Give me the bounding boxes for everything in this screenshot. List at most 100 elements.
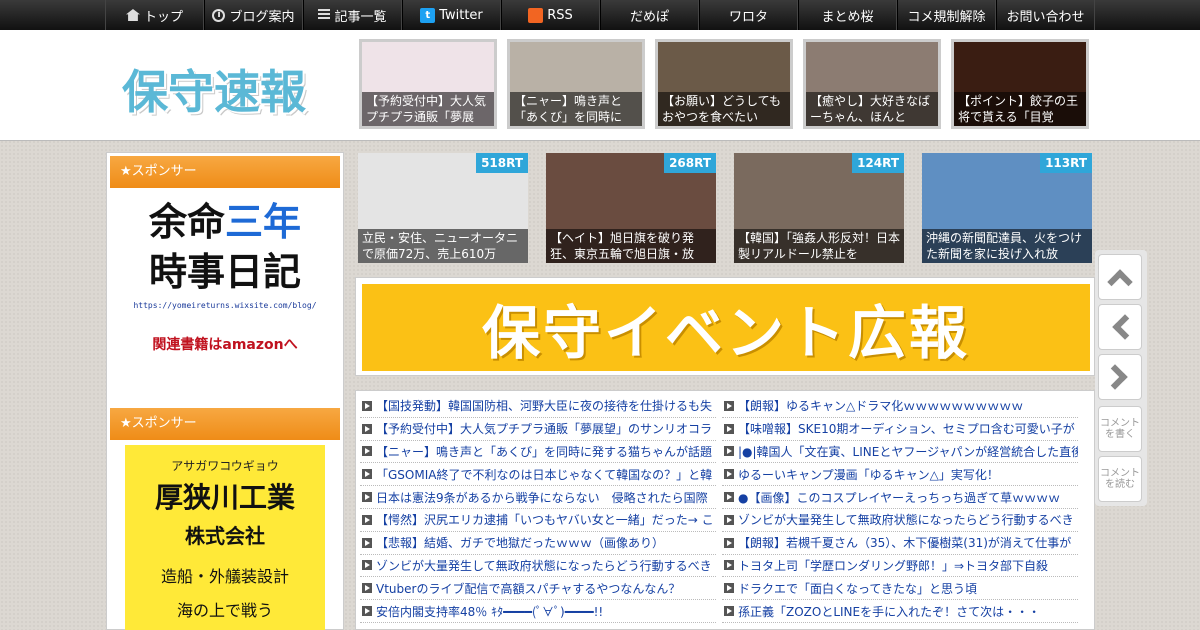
bullet-arrow-icon — [724, 560, 734, 571]
list-item[interactable]: 【味噌報】SKE10期オーディション、セミプロ含む可愛い子が — [722, 418, 1078, 441]
list-item[interactable]: ゾンビが大量発生して無政府状態になったらどう行動するべき — [722, 509, 1078, 532]
nav-item[interactable]: ワロタ — [699, 0, 798, 30]
popular-article[interactable]: 113RT 沖縄の新聞配達員、火をつけた新聞を家に投げ入れ放 — [922, 153, 1092, 263]
list-item[interactable]: 【朗報】若槻千夏さん（35）、木下優樹菜(31)が消えて仕事が — [722, 532, 1078, 555]
list-icon — [318, 9, 331, 21]
popular-article[interactable]: 124RT 【韓国】「強姦人形反対！日本製リアルドール禁止を — [734, 153, 904, 263]
list-item-title: 【味噌報】SKE10期オーディション、セミプロ含む可愛い子が — [738, 422, 1075, 437]
thumbnail-caption: 【ポイント】餃子の王将で貰える「目覚 — [954, 92, 1086, 126]
bullet-arrow-icon — [724, 446, 734, 457]
list-item[interactable]: Vtuberのライブ配信で高額スパチャするやつなんなん？ — [360, 577, 716, 601]
top-navigation: トップ i ブログ案内 記事一覧 t Twitter RSS だめぽ ワロタ まとめ桜 コメ規制解除… — [0, 0, 1200, 30]
article-column-left: 【国技発動】韓国国防相、河野大臣に夜の接待を仕掛けるも失 【予約受付中】大人気プチ… — [360, 395, 716, 623]
list-item-title: 【ニャー】鳴き声と「あくび」を同時に発する猫ちゃんが話題 — [376, 444, 713, 459]
list-item[interactable]: トヨタ上司「学歴ロンダリング野郎！」⇒トヨタ部下自殺 — [722, 555, 1078, 578]
ad-line-2: 時事日記 — [148, 250, 301, 294]
list-item[interactable]: 【国技発動】韓国国防相、河野大臣に夜の接待を仕掛けるも失 — [360, 395, 716, 418]
header-thumbnail[interactable]: 【癒やし】大好きなばーちゃん、ほんと — [803, 39, 941, 129]
list-item[interactable]: 安倍内閣支持率48％ ｷﾀ━━━━(ﾟ∀ﾟ)━━━━!! — [360, 600, 716, 623]
ad2-desc: 造船・外艤装設計 — [160, 567, 289, 586]
event-banner[interactable]: 保守イベント広報 — [355, 277, 1095, 376]
list-item[interactable]: ゆるーいキャンプ漫画「ゆるキャン△」実写化！ — [722, 463, 1078, 487]
header-thumbnail[interactable]: 【ニャー】鳴き声と「あくび」を同時に — [507, 39, 645, 129]
bullet-arrow-icon — [724, 514, 734, 525]
list-item-title: 日本は憲法9条があるから戦争にならない 侵略されたら国際 — [376, 490, 708, 505]
twitter-icon: t — [420, 7, 436, 23]
list-item-title: ドラクエで「面白くなってきたな」と思う頃 — [738, 581, 978, 596]
write-comment-button[interactable]: コメントを書く — [1098, 406, 1142, 452]
nav-item[interactable]: i ブログ案内 — [204, 0, 303, 30]
popular-article[interactable]: 518RT 立民・安住、ニューオータニで原価72万、売上610万 — [358, 153, 528, 263]
list-item-title: 【予約受付中】大人気プチプラ通販「夢展望」のサンリオコラ — [376, 422, 713, 437]
nav-item-label: トップ — [143, 9, 183, 25]
bullet-arrow-icon — [362, 560, 372, 571]
list-item-title: 【朗報】ゆるキャン△ドラマ化ｗｗｗｗｗｗｗｗｗｗ — [738, 399, 1024, 414]
header-thumbnail[interactable]: 【予約受付中】大人気プチプラ通販「夢展望」 — [359, 39, 497, 129]
list-item[interactable]: ドラクエで「面白くなってきたな」と思う頃 — [722, 577, 1078, 601]
list-item[interactable]: 孫正義「ZOZOとLINEを手に入れたぞ！さて次は・・・ — [722, 600, 1078, 623]
info-icon: i — [212, 8, 226, 22]
sidebar: ★スポンサー 余命三年 時事日記 https://yomeireturns.wi… — [106, 152, 344, 630]
nav-item-label: コメ規制解除 — [907, 9, 986, 25]
list-item[interactable]: 【悲報】結婚、ガチで地獄だったｗｗｗ（画像あり） — [360, 532, 716, 555]
rss-icon — [528, 7, 544, 23]
right-arrow-icon — [1102, 364, 1128, 390]
amazon-link[interactable]: 関連書籍はamazonへ — [117, 334, 333, 354]
list-item[interactable]: |●|韓国人「文在寅、LINEとヤフージャパンが経営統合した直後 — [722, 441, 1078, 464]
popular-article[interactable]: 268RT 【ヘイト】旭日旗を破り発狂、東京五輪で旭日旗・放 — [546, 153, 716, 263]
nav-item[interactable]: トップ — [105, 0, 204, 30]
bullet-arrow-icon — [362, 583, 372, 594]
bullet-arrow-icon — [724, 423, 734, 434]
article-column-right: 【朗報】ゆるキャン△ドラマ化ｗｗｗｗｗｗｗｗｗｗ 【味噌報】SKE10期オーディシ… — [722, 395, 1078, 623]
site-header: 保守速報 【予約受付中】大人気プチプラ通販「夢展望」【ニャー】鳴き声と「あくび」… — [0, 30, 1200, 141]
scroll-top-button[interactable] — [1098, 254, 1142, 300]
list-item[interactable]: 【ニャー】鳴き声と「あくび」を同時に発する猫ちゃんが話題 — [360, 441, 716, 464]
list-item-title: |●|韓国人「文在寅、LINEとヤフージャパンが経営統合した直後 — [738, 444, 1078, 459]
nav-item[interactable]: まとめ桜 — [798, 0, 897, 30]
header-thumbnail[interactable]: 【お願い】どうしてもおやつを食べたい — [655, 39, 793, 129]
bullet-arrow-icon — [362, 606, 372, 617]
banner-text: 保守イベント広報 — [481, 298, 970, 367]
nav-item[interactable]: t Twitter — [402, 0, 501, 30]
retweet-count-badge: 113RT — [1040, 153, 1092, 173]
list-item-title: 【悲報】結婚、ガチで地獄だったｗｗｗ（画像あり） — [376, 536, 665, 551]
list-item[interactable]: 【朗報】ゆるキャン△ドラマ化ｗｗｗｗｗｗｗｗｗｗ — [722, 395, 1078, 418]
header-thumbnail[interactable]: 【ポイント】餃子の王将で貰える「目覚 — [951, 39, 1089, 129]
banner-fill: 保守イベント広報 — [362, 284, 1090, 371]
bullet-arrow-icon — [724, 583, 734, 594]
list-item-title: ゾンビが大量発生して無政府状態になったらどう行動するべき — [738, 513, 1074, 528]
list-item[interactable]: 日本は憲法9条があるから戦争にならない 侵略されたら国際 — [360, 486, 716, 509]
nav-item[interactable]: だめぽ — [600, 0, 699, 30]
sponsor-ad-asagawa[interactable]: アサガワコウギョウ 厚狭川工業 株式会社 造船・外艤装設計 海の上で戦う — [125, 445, 325, 630]
nav-item[interactable]: 記事一覧 — [303, 0, 402, 30]
sponsor-ad-yomei[interactable]: 余命三年 時事日記 https://yomeireturns.wixsite.c… — [117, 197, 333, 387]
list-item[interactable]: ●【画像】このコスプレイヤーえっちっち過ぎて草ｗｗｗｗ — [722, 486, 1078, 509]
article-caption: 立民・安住、ニューオータニで原価72万、売上610万 — [358, 229, 528, 263]
list-item[interactable]: 【予約受付中】大人気プチプラ通販「夢展望」のサンリオコラ — [360, 418, 716, 441]
article-caption: 【韓国】「強姦人形反対！日本製リアルドール禁止を — [734, 229, 904, 263]
sponsor-heading: ★スポンサー — [110, 156, 340, 188]
bullet-arrow-icon — [362, 446, 372, 457]
list-item-title: 【国技発動】韓国国防相、河野大臣に夜の接待を仕掛けるも失 — [376, 399, 713, 414]
list-item[interactable]: 【愕然】沢尻エリカ逮捕「いつもヤバい女と一緒」だった→ こ — [360, 509, 716, 532]
site-logo[interactable]: 保守速報 — [122, 56, 306, 122]
list-item[interactable]: 「GSOMIA終了で不利なのは日本じゃなくて韓国なの？」と韓 — [360, 463, 716, 487]
read-comment-button[interactable]: コメントを読む — [1098, 456, 1142, 502]
thumbnail-caption: 【予約受付中】大人気プチプラ通販「夢展望」 — [362, 92, 494, 126]
nav-item[interactable]: RSS — [501, 0, 600, 30]
list-item[interactable]: ゾンビが大量発生して無政府状態になったらどう行動するべき — [360, 555, 716, 578]
ad-url: https://yomeireturns.wixsite.com/blog/ — [133, 301, 317, 310]
forward-button[interactable] — [1098, 354, 1142, 400]
nav-item[interactable]: コメ規制解除 — [897, 0, 996, 30]
bullet-arrow-icon — [724, 492, 734, 503]
nav-item[interactable]: お問い合わせ — [996, 0, 1095, 30]
bullet-arrow-icon — [724, 400, 734, 411]
list-item-title: 安倍内閣支持率48％ ｷﾀ━━━━(ﾟ∀ﾟ)━━━━!! — [376, 604, 604, 619]
thumbnail-caption: 【ニャー】鳴き声と「あくび」を同時に — [510, 92, 642, 126]
back-button[interactable] — [1098, 304, 1142, 350]
bullet-arrow-icon — [724, 537, 734, 548]
list-item-title: ゾンビが大量発生して無政府状態になったらどう行動するべき — [376, 558, 712, 573]
list-item-title: 【朗報】若槻千夏さん（35）、木下優樹菜(31)が消えて仕事が — [738, 536, 1072, 551]
list-item-title: ●【画像】このコスプレイヤーえっちっち過ぎて草ｗｗｗｗ — [738, 490, 1061, 505]
list-item-title: ゆるーいキャンプ漫画「ゆるキャン△」実写化！ — [738, 467, 999, 482]
